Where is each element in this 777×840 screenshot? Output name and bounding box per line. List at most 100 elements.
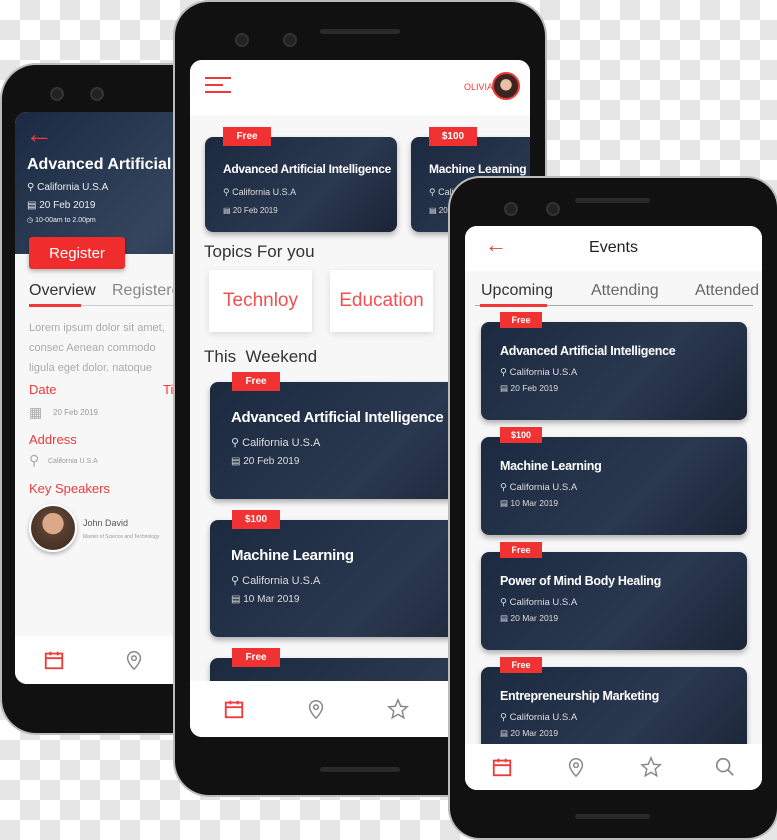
location-text: California U.S.A: [242, 437, 321, 449]
location-text: California U.S.A: [509, 712, 578, 723]
menu-icon[interactable]: [204, 76, 232, 94]
price-badge: Free: [500, 542, 542, 558]
price-badge: $100: [500, 427, 542, 443]
price-badge: Free: [500, 312, 542, 328]
date-value: 20 Feb 2019: [53, 408, 98, 417]
card-title: Machine Learning: [500, 459, 602, 473]
card-title: Power of Mind Body Healing: [500, 574, 661, 588]
weekend-heading: This Weekend: [204, 347, 318, 366]
user-avatar[interactable]: [492, 72, 520, 100]
card-date: ▤ 20 Feb 2019: [223, 206, 278, 215]
event-card[interactable]: Free Power of Mind Body Healing ⚲ Califo…: [481, 542, 747, 650]
calendar-icon[interactable]: [223, 698, 245, 720]
card-location: ⚲ California U.S.A: [500, 482, 578, 493]
location-text: California U.S.A: [232, 187, 297, 197]
card-location: ⚲ California U.S.A: [231, 437, 321, 449]
speakers-label: Key Speakers: [29, 481, 110, 496]
search-icon[interactable]: [714, 756, 736, 778]
event-date: ▤ 20 Feb 2019: [27, 200, 96, 211]
topic-education[interactable]: Education: [330, 270, 433, 332]
location-text: California U.S.A: [509, 367, 578, 378]
price-badge: Free: [232, 648, 280, 667]
card-location: ⚲ California U.S.A: [231, 575, 321, 587]
camera: [504, 202, 518, 216]
camera: [283, 33, 297, 47]
price-badge: Free: [500, 657, 542, 673]
event-location: ⚲ California U.S.A: [27, 182, 109, 193]
tab-indicator: [480, 304, 547, 307]
card-location: ⚲ California U.S.A: [223, 187, 297, 197]
location-pin-icon[interactable]: [305, 698, 327, 720]
price-badge: $100: [429, 127, 477, 146]
camera: [546, 202, 560, 216]
user-name[interactable]: OLIVIA: [464, 82, 493, 92]
card-title: Machine Learning: [231, 547, 354, 564]
camera: [235, 33, 249, 47]
back-arrow-icon[interactable]: ←: [25, 118, 53, 150]
event-card[interactable]: Free Advanced Artificial Intelligence ⚲ …: [481, 312, 747, 420]
location-text: California U.S.A: [509, 482, 578, 493]
location-text: California U.S.A: [242, 575, 321, 587]
event-card[interactable]: $100 Machine Learning ⚲ California U.S.A…: [481, 427, 747, 535]
card-date: ▤ 10 Mar 2019: [231, 594, 300, 605]
event-time: ◷ 10-00am to 2.00pm: [27, 217, 96, 224]
speaker-grille: [575, 198, 650, 203]
price-badge: Free: [232, 372, 280, 391]
register-button[interactable]: Register: [29, 237, 125, 269]
date-text: 20 Feb 2019: [39, 200, 96, 211]
tab-attended[interactable]: Attended: [695, 282, 759, 300]
page-title: Events: [589, 239, 638, 256]
card-date: ▤ 10 Mar 2019: [500, 498, 559, 508]
date-text: 20 Feb 2019: [510, 383, 559, 393]
speaker-name: John David: [83, 518, 129, 528]
speaker-grille: [575, 814, 650, 819]
price-badge: $100: [232, 510, 280, 529]
date-text: 20 Mar 2019: [510, 728, 559, 738]
card-title: Entrepreneurship Marketing: [500, 689, 659, 703]
card-location: ⚲ California U.S.A: [500, 367, 578, 378]
date-text: 20 Feb 2019: [232, 206, 278, 215]
star-icon[interactable]: [639, 756, 662, 778]
speaker-role: Master of Science and Technology: [83, 534, 160, 540]
speaker-grille: [320, 767, 400, 772]
tab-attending[interactable]: Attending: [591, 282, 659, 300]
tab-indicator: [29, 304, 81, 307]
address-value: California U.S.A: [48, 458, 98, 465]
phone-events: ← Events Upcoming Attending Attended Fre…: [450, 178, 777, 838]
date-text: 10 Mar 2019: [243, 594, 300, 605]
date-text: 20 Mar 2019: [510, 613, 559, 623]
card-date: ▤ 20 Feb 2019: [231, 456, 300, 467]
location-text: California U.S.A: [37, 182, 109, 193]
topics-heading: Topics For you: [204, 242, 315, 261]
price-badge: Free: [223, 127, 271, 146]
card-title: Advanced Artificial Intelligence: [223, 162, 392, 176]
location-pin-icon: ⚲: [29, 452, 40, 468]
speaker-grille: [320, 29, 400, 34]
card-title: Advanced Artificial Intelligence: [231, 409, 444, 426]
location-pin-icon[interactable]: [123, 649, 145, 671]
date-text: 20 Feb 2019: [243, 456, 300, 467]
speaker-avatar[interactable]: [29, 504, 77, 552]
card-title: Machine Learning: [429, 162, 527, 176]
calendar-icon[interactable]: [491, 756, 513, 778]
description: Lorem ipsum dolor sit amet, consec Aenea…: [29, 322, 165, 374]
address-label: Address: [29, 432, 77, 447]
bottom-nav: [465, 744, 762, 790]
card-date: ▤ 20 Mar 2019: [500, 613, 559, 623]
time-text: 10-00am to 2.00pm: [35, 217, 96, 224]
card-date: ▤ 20 Mar 2019: [500, 728, 559, 738]
location-text: California U.S.A: [509, 597, 578, 608]
date-text: 10 Mar 2019: [510, 498, 559, 508]
tab-overview[interactable]: Overview: [29, 282, 96, 300]
featured-card[interactable]: Free Advanced Artificial Intelligence ⚲ …: [205, 127, 397, 232]
card-title: Advanced Artificial Intelligence: [500, 344, 676, 358]
topic-technology[interactable]: Technloy: [209, 270, 312, 332]
card-location: ⚲ California U.S.A: [500, 597, 578, 608]
date-label: Date: [29, 382, 57, 397]
calendar-icon: ▦: [29, 404, 43, 420]
calendar-icon[interactable]: [43, 649, 65, 671]
star-icon[interactable]: [387, 698, 409, 720]
tab-upcoming[interactable]: Upcoming: [481, 282, 553, 300]
camera: [90, 87, 104, 101]
location-pin-icon[interactable]: [565, 756, 587, 778]
